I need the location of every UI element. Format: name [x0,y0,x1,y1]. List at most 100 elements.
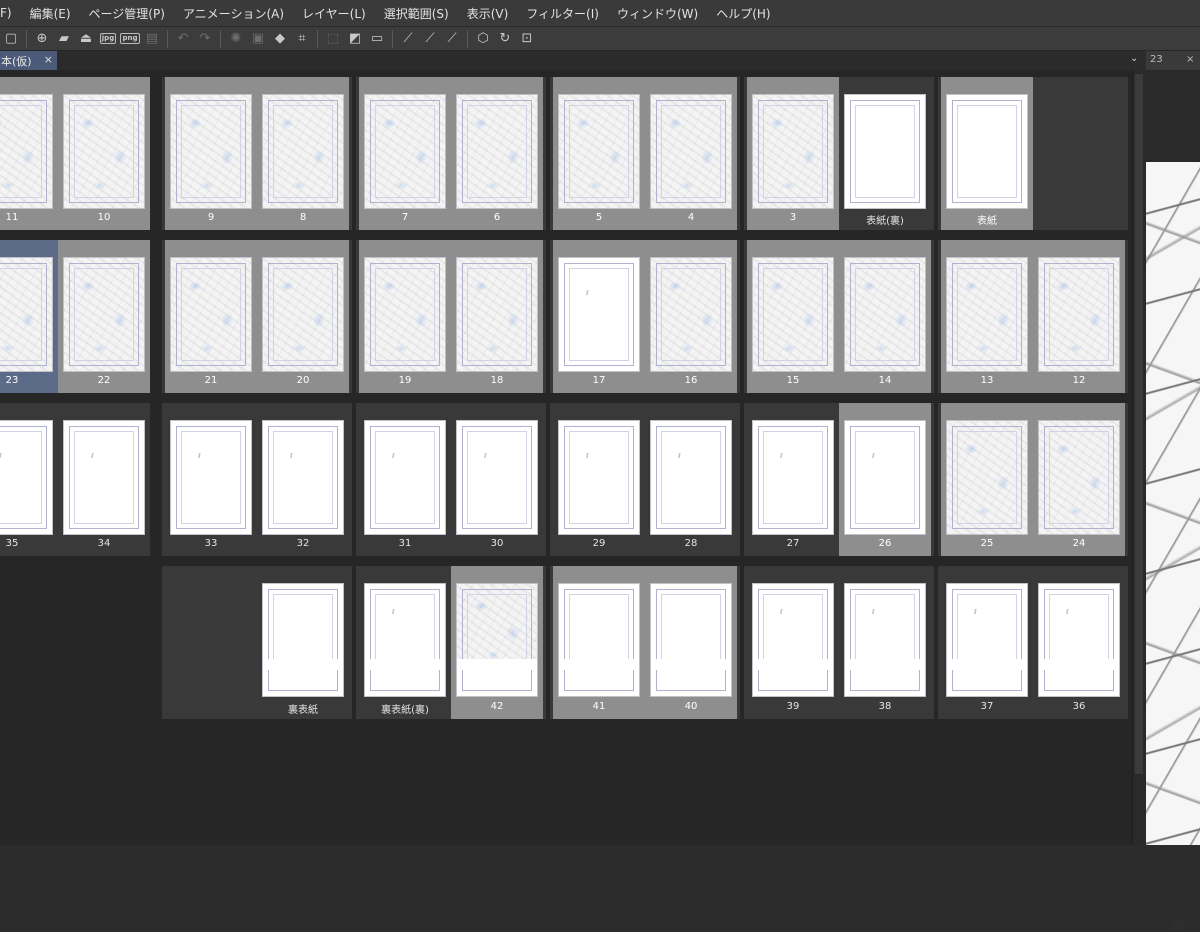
transform-icon[interactable]: ▣ [248,29,268,49]
page-cell[interactable]: 40 [645,566,737,719]
spread[interactable]: 13 12 [938,240,1128,393]
tone-icon[interactable]: ◩ [345,29,365,49]
png-export-icon[interactable]: png [120,29,140,49]
page-cell[interactable]: 33 [165,403,257,556]
page-cell[interactable]: 32 [257,403,349,556]
close-icon[interactable]: × [44,53,53,66]
page-cell[interactable]: 15 [747,240,839,393]
menu-file[interactable]: F) [0,6,21,20]
canvas-tab[interactable]: 23 × [1146,51,1200,70]
spread[interactable]: 表紙 [938,77,1128,230]
page-cell[interactable]: 41 [553,566,645,719]
page-cell[interactable]: 8 [257,77,349,230]
folder-icon[interactable]: ▰ [54,29,74,49]
new-page-icon[interactable]: ⊕ [32,29,52,49]
spread[interactable]: 41 40 [550,566,740,719]
spread[interactable]: 25 24 [938,403,1128,556]
page-cell[interactable]: 22 [58,240,150,393]
spread[interactable]: 裏表紙(裏) 42 [356,566,546,719]
rotate-icon[interactable]: ↻ [495,29,515,49]
spread[interactable]: 39 38 [744,566,934,719]
menu-help[interactable]: ヘルプ(H) [707,5,779,22]
border-icon[interactable]: ▭ [367,29,387,49]
page-cell[interactable]: 10 [58,77,150,230]
vertical-scrollbar[interactable] [1132,70,1146,845]
canvas-page[interactable]: 23 [1146,162,1200,932]
undo-icon[interactable]: ↶ [173,29,193,49]
page-cell[interactable]: 25 [941,403,1033,556]
menu-layer[interactable]: レイヤー(L) [293,5,375,22]
page-cell[interactable]: 13 [941,240,1033,393]
page-cell[interactable]: 表紙 [941,77,1033,230]
spread[interactable]: 33 32 [162,403,352,556]
menu-edit[interactable]: 編集(E) [21,5,80,22]
menu-view[interactable]: 表示(V) [458,5,518,22]
spread[interactable]: 23 22 [0,240,150,393]
export-icon[interactable]: ⏏ [76,29,96,49]
redo-icon[interactable]: ↷ [195,29,215,49]
spread[interactable]: 19 18 [356,240,546,393]
spread[interactable]: 27 26 [744,403,934,556]
page-cell[interactable]: 42 [451,566,543,719]
page-cell[interactable]: 27 [747,403,839,556]
page-cell[interactable]: 28 [645,403,737,556]
menu-window[interactable]: ウィンドウ(W) [608,5,707,22]
ruler3-icon[interactable]: ⟋ [442,29,462,49]
snap-icon[interactable]: ⬡ [473,29,493,49]
page-cell[interactable]: 20 [257,240,349,393]
menu-animation[interactable]: アニメーション(A) [174,5,293,22]
page-cell[interactable]: 37 [941,566,1033,719]
page-cell[interactable]: 3 [747,77,839,230]
spread[interactable]: 9 8 [162,77,352,230]
spread[interactable]: 29 28 [550,403,740,556]
spread[interactable]: 3 表紙(裏) [744,77,934,230]
deselect-icon[interactable]: ⬚ [323,29,343,49]
page-cell[interactable]: 14 [839,240,931,393]
open-icon[interactable]: ▢ [1,29,21,49]
menu-page-management[interactable]: ページ管理(P) [80,5,174,22]
close-icon[interactable]: × [1186,54,1194,65]
spread[interactable]: 5 4 [550,77,740,230]
crop-icon[interactable]: ⌗ [292,29,312,49]
page-cell[interactable]: 39 [747,566,839,719]
page-cell[interactable]: 38 [839,566,931,719]
grid-icon[interactable]: ⊡ [517,29,537,49]
page-cell[interactable]: 18 [451,240,543,393]
page-cell[interactable]: 21 [165,240,257,393]
page-cell[interactable]: 9 [165,77,257,230]
page-cell[interactable]: 6 [451,77,543,230]
spread[interactable]: 31 30 [356,403,546,556]
page-cell[interactable]: 19 [359,240,451,393]
print-icon[interactable]: ▤ [142,29,162,49]
spread[interactable]: 15 14 [744,240,934,393]
page-cell[interactable]: 5 [553,77,645,230]
spread[interactable]: 7 6 [356,77,546,230]
page-cell[interactable]: 裏表紙(裏) [359,566,451,719]
tab-menu-chevron-icon[interactable]: ⌄ [1130,53,1138,64]
page-cell[interactable]: 17 [553,240,645,393]
ruler2-icon[interactable]: ⟋ [420,29,440,49]
page-cell[interactable]: 31 [359,403,451,556]
menu-selection[interactable]: 選択範囲(S) [375,5,458,22]
page-cell[interactable]: 12 [1033,240,1125,393]
page-cell[interactable]: 7 [359,77,451,230]
spread[interactable]: 37 36 [938,566,1128,719]
page-cell[interactable]: 4 [645,77,737,230]
spread[interactable]: 11 10 [0,77,150,230]
document-tab[interactable]: 本(仮) × [0,51,57,70]
spread[interactable]: 35 34 [0,403,150,556]
page-cell[interactable]: 34 [58,403,150,556]
page-cell[interactable]: 16 [645,240,737,393]
spread[interactable]: 裏表紙 [162,566,352,719]
spread[interactable]: 17 16 [550,240,740,393]
page-cell[interactable]: 36 [1033,566,1125,719]
page-cell[interactable]: 裏表紙 [257,566,349,719]
page-cell[interactable]: 26 [839,403,931,556]
scrollbar-thumb[interactable] [1135,74,1143,774]
spread[interactable]: 21 20 [162,240,352,393]
page-cell[interactable]: 11 [0,77,58,230]
fill-icon[interactable]: ◆ [270,29,290,49]
page-cell[interactable]: 29 [553,403,645,556]
page-cell[interactable]: 24 [1033,403,1125,556]
page-cell[interactable]: 35 [0,403,58,556]
